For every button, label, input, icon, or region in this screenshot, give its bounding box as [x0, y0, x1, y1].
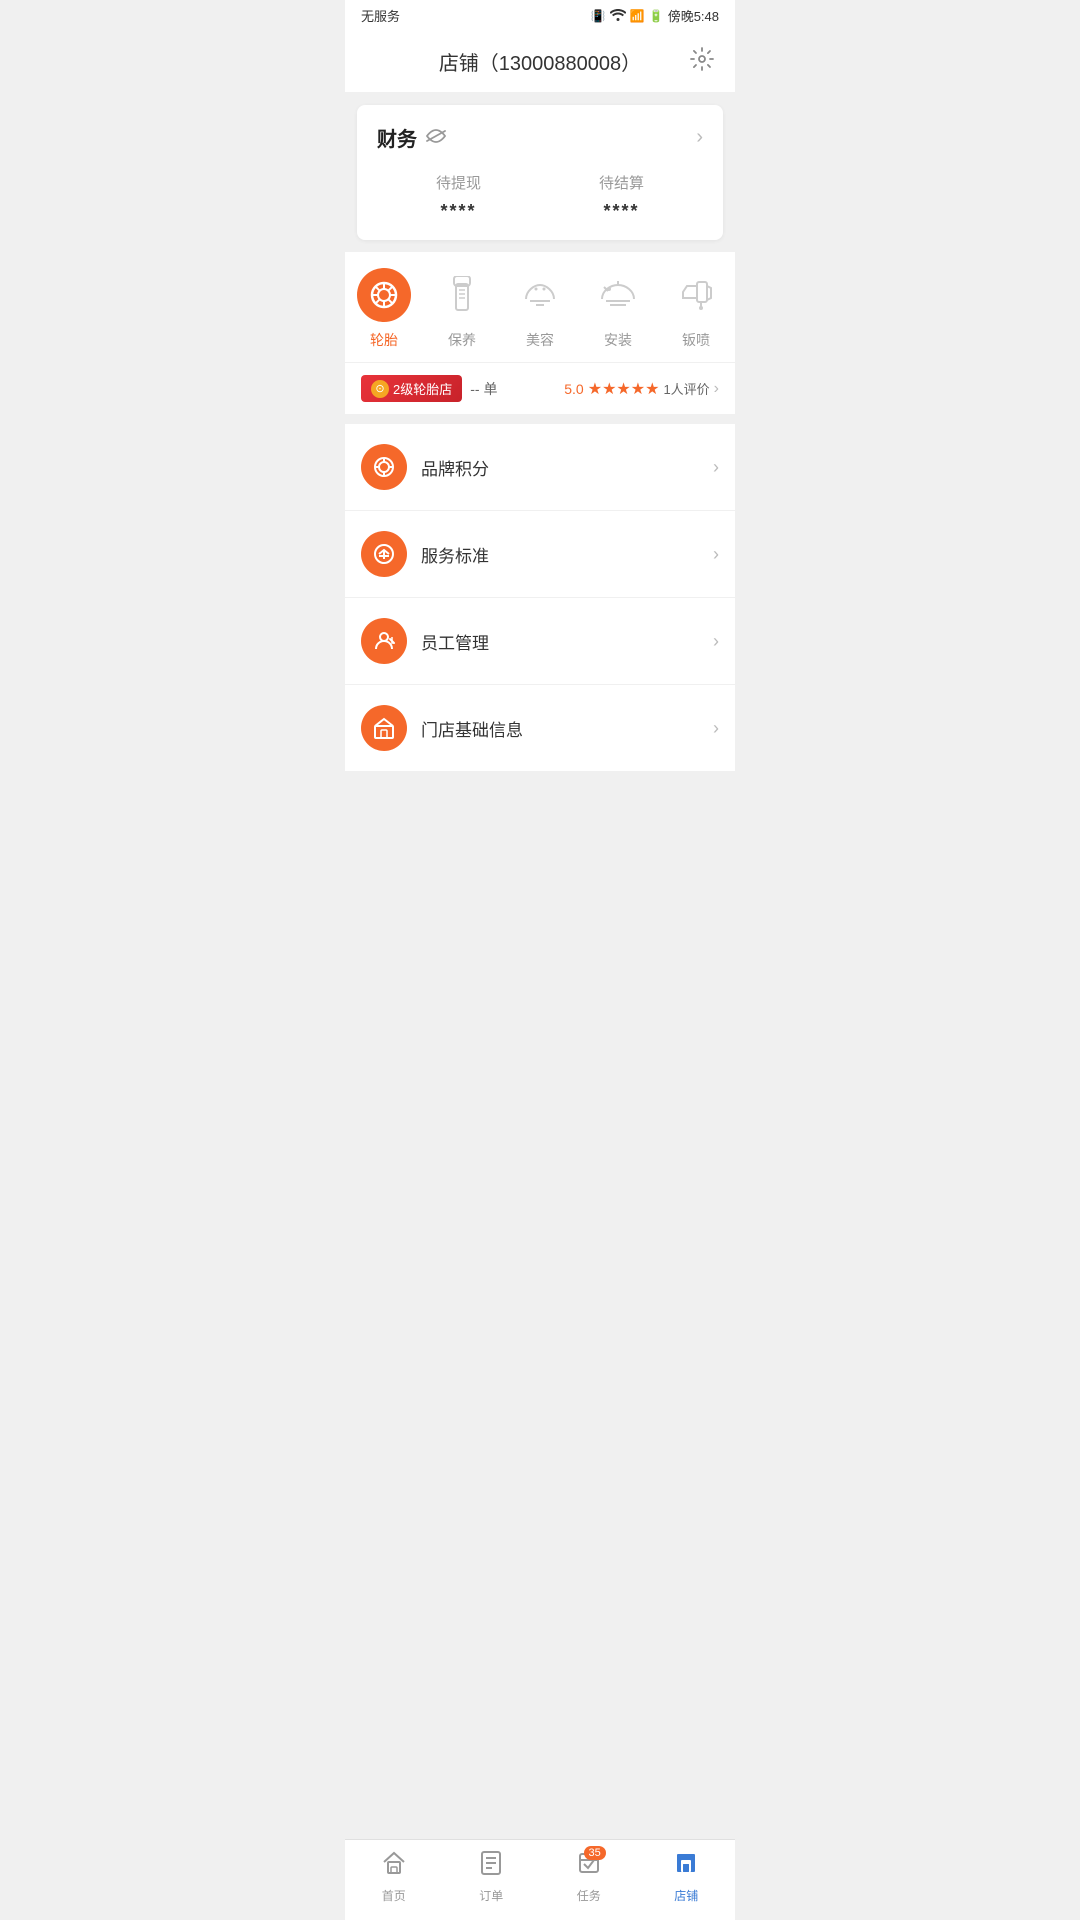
finance-title-row: 财务: [377, 123, 447, 152]
staff-management-icon: [361, 618, 407, 664]
stars-icon: ★★★★★: [588, 379, 660, 399]
status-bar: 无服务 📳 📶 🔋 傍晚5:48: [345, 0, 735, 31]
home-nav-label: 首页: [382, 1887, 406, 1904]
menu-section: 品牌积分 › 服务标准 ›: [345, 424, 735, 771]
tasks-badge: 35: [584, 1846, 606, 1860]
service-item-maintenance[interactable]: 保养: [427, 268, 497, 350]
service-item-tire[interactable]: 轮胎: [349, 268, 419, 350]
badge-coin-icon: ⊙: [371, 380, 389, 398]
pending-settle-label: 待结算: [599, 172, 644, 193]
page-title: 店铺（13000880008）: [439, 47, 641, 76]
finance-title: 财务: [377, 123, 417, 152]
brand-points-arrow: ›: [713, 457, 719, 478]
shop-level-bar: ⊙ 2级轮胎店 -- 单 5.0 ★★★★★ 1人评价 ›: [345, 362, 735, 414]
nav-item-orders[interactable]: 订单: [461, 1850, 521, 1904]
service-categories: 轮胎 保养: [345, 252, 735, 362]
maintenance-label: 保养: [448, 330, 476, 350]
wifi-icon: [610, 7, 626, 24]
tire-label: 轮胎: [370, 330, 398, 350]
paint-label: 钣喷: [682, 330, 710, 350]
orders-nav-label: 订单: [479, 1887, 503, 1904]
tire-icon-circle: [357, 268, 411, 322]
review-count: 1人评价: [663, 379, 709, 398]
orders-icon: [478, 1850, 504, 1883]
menu-item-service-standard[interactable]: 服务标准 ›: [345, 511, 735, 598]
beauty-icon-circle: [513, 268, 567, 322]
pending-withdraw: 待提现 ****: [436, 172, 481, 222]
pending-settle-value: ****: [599, 201, 644, 222]
home-icon: [381, 1850, 407, 1883]
tasks-icon: 35: [576, 1850, 602, 1883]
brand-points-label: 品牌积分: [421, 455, 699, 480]
paint-icon-circle: [669, 268, 723, 322]
service-item-install[interactable]: 安装: [583, 268, 653, 350]
bottom-nav: 首页 订单 35 任务: [345, 1839, 735, 1920]
nav-item-tasks[interactable]: 35 任务: [559, 1850, 619, 1904]
eye-icon[interactable]: [425, 127, 447, 148]
service-standard-arrow: ›: [713, 544, 719, 565]
rating-score: 5.0: [564, 381, 583, 397]
install-icon-circle: [591, 268, 645, 322]
shop-rating[interactable]: 5.0 ★★★★★ 1人评价 ›: [564, 379, 719, 399]
status-icons: 📳 📶 🔋 傍晚5:48: [591, 6, 719, 25]
beauty-label: 美容: [526, 330, 554, 350]
tasks-nav-label: 任务: [577, 1887, 601, 1904]
shop-rating-arrow: ›: [714, 380, 719, 398]
maintenance-icon-circle: [435, 268, 489, 322]
shop-level-left: ⊙ 2级轮胎店 -- 单: [361, 375, 497, 402]
service-standard-label: 服务标准: [421, 542, 699, 567]
shop-nav-icon: [673, 1850, 699, 1883]
sim-icon: 📶: [630, 9, 645, 23]
settings-button[interactable]: [689, 46, 715, 78]
pending-withdraw-label: 待提现: [436, 172, 481, 193]
menu-item-shop-info[interactable]: 门店基础信息 ›: [345, 685, 735, 771]
install-label: 安装: [604, 330, 632, 350]
level-badge: ⊙ 2级轮胎店: [361, 375, 462, 402]
battery-icon: 🔋: [649, 9, 664, 23]
service-item-paint[interactable]: 钣喷: [661, 268, 731, 350]
menu-item-staff-management[interactable]: 员工管理 ›: [345, 598, 735, 685]
finance-arrow[interactable]: ›: [696, 126, 703, 149]
vibrate-icon: 📳: [591, 9, 606, 23]
finance-amounts: 待提现 **** 待结算 ****: [377, 172, 703, 222]
page-header: 店铺（13000880008）: [345, 31, 735, 93]
shop-orders: -- 单: [470, 379, 497, 399]
brand-points-icon: [361, 444, 407, 490]
service-standard-icon: [361, 531, 407, 577]
nav-item-home[interactable]: 首页: [364, 1850, 424, 1904]
pending-withdraw-value: ****: [436, 201, 481, 222]
shop-info-arrow: ›: [713, 718, 719, 739]
finance-card: 财务 › 待提现 **** 待结算 ****: [357, 105, 723, 240]
shop-nav-label: 店铺: [674, 1887, 698, 1904]
pending-settle: 待结算 ****: [599, 172, 644, 222]
menu-item-brand-points[interactable]: 品牌积分 ›: [345, 424, 735, 511]
shop-info-label: 门店基础信息: [421, 716, 699, 741]
status-no-service: 无服务: [361, 6, 400, 25]
staff-management-label: 员工管理: [421, 629, 699, 654]
nav-item-shop[interactable]: 店铺: [656, 1850, 716, 1904]
service-item-beauty[interactable]: 美容: [505, 268, 575, 350]
shop-info-icon: [361, 705, 407, 751]
level-badge-text: 2级轮胎店: [393, 379, 452, 398]
finance-header: 财务 ›: [377, 123, 703, 152]
staff-management-arrow: ›: [713, 631, 719, 652]
status-time: 傍晚5:48: [668, 6, 719, 25]
